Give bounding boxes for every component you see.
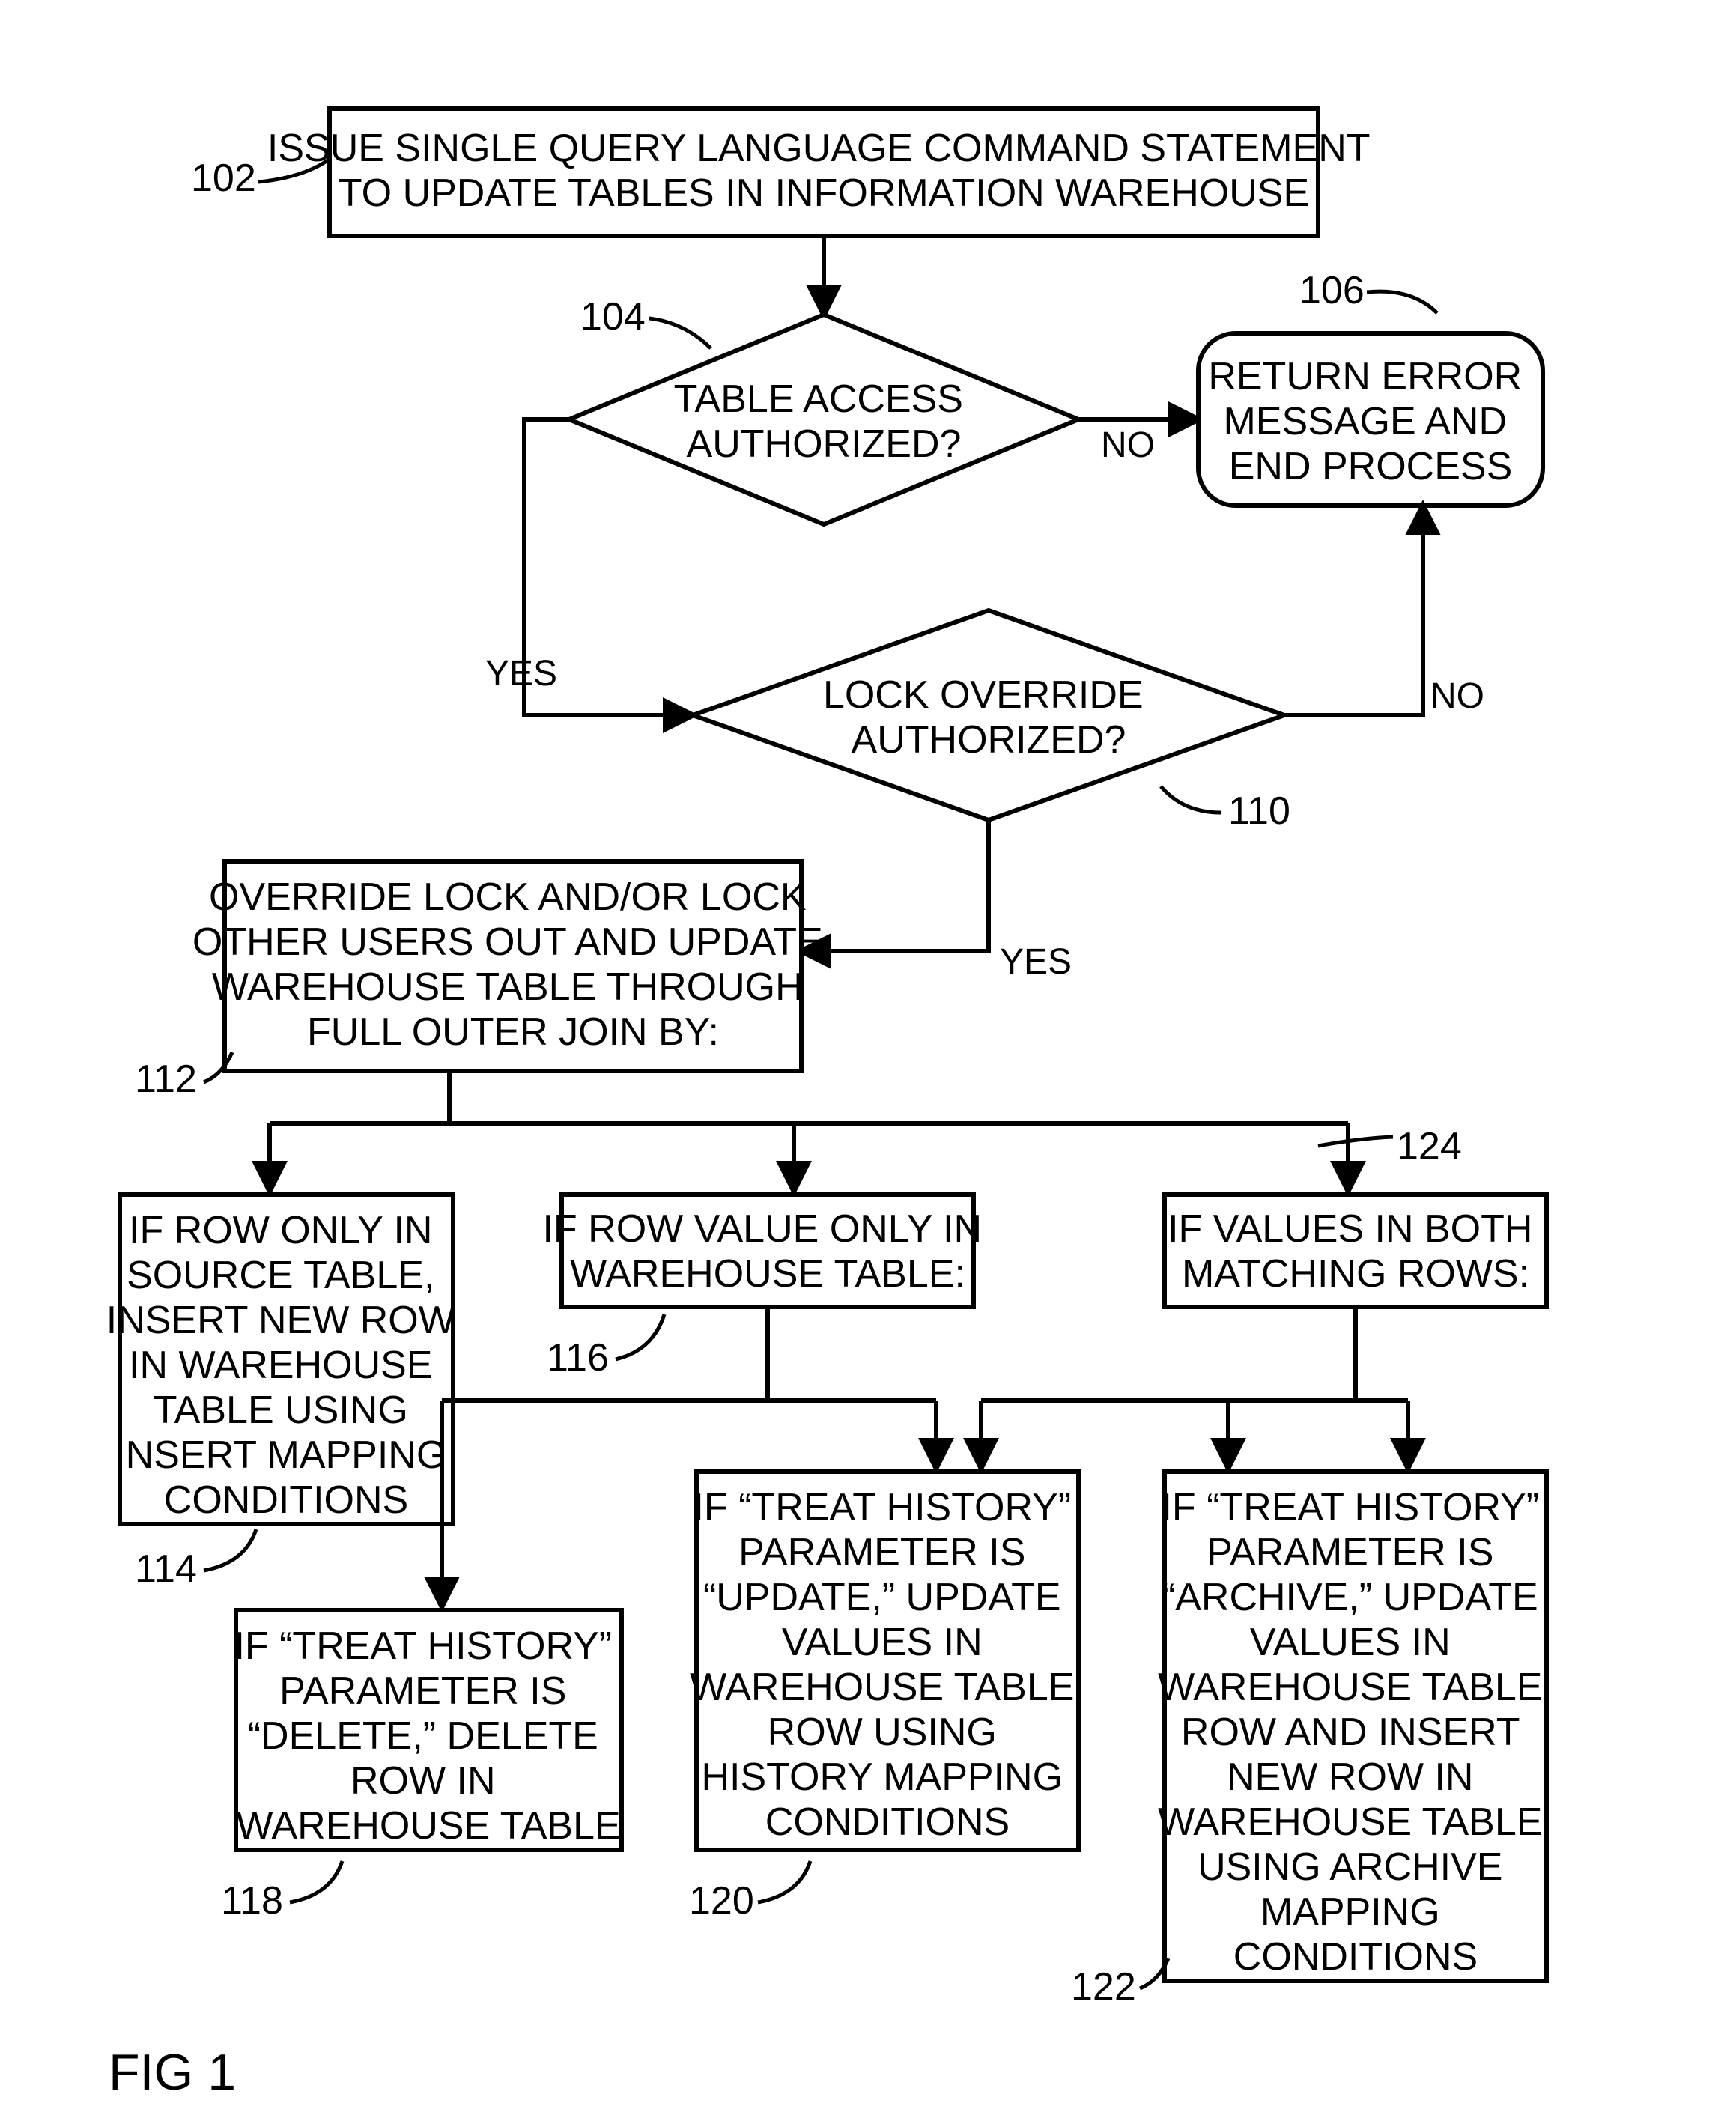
callout-110 [1161, 786, 1221, 813]
callout-116 [616, 1314, 664, 1359]
label-yes-104: YES [485, 654, 557, 694]
label-yes-110: YES [1000, 942, 1072, 982]
label-no-104: NO [1101, 425, 1155, 465]
ref-120: 120 [689, 1879, 754, 1923]
ref-102: 102 [191, 157, 256, 200]
ref-122: 122 [1071, 1965, 1136, 2009]
box-106-text: RETURN ERROR MESSAGE AND END PROCESS [1208, 355, 1532, 488]
callout-118 [290, 1861, 342, 1902]
ref-106: 106 [1299, 269, 1365, 312]
callout-124 [1318, 1137, 1393, 1146]
ref-104: 104 [580, 295, 646, 339]
ref-114: 114 [135, 1547, 197, 1591]
ref-116: 116 [547, 1336, 609, 1380]
callout-106 [1367, 291, 1437, 313]
box-118-text: IF “TREAT HISTORY” PARAMETER IS “DELETE,… [234, 1624, 622, 1848]
ref-110: 110 [1228, 789, 1290, 833]
box-114-text: IF ROW ONLY IN SOURCE TABLE, INSERT NEW … [106, 1209, 467, 1522]
callout-120 [758, 1861, 810, 1902]
arrow-110-no [1284, 506, 1423, 715]
figure-label: FIG 1 [109, 2044, 236, 2101]
flowchart: ISSUE SINGLE QUERY LANGUAGE COMMAND STAT… [0, 0, 1736, 2118]
callout-104 [649, 318, 711, 348]
arrow-104-yes-a [524, 419, 569, 674]
ref-124: 124 [1397, 1125, 1462, 1168]
ref-118: 118 [221, 1879, 283, 1923]
label-no-110: NO [1430, 676, 1484, 716]
callout-114 [204, 1529, 256, 1571]
ref-112: 112 [135, 1058, 197, 1101]
